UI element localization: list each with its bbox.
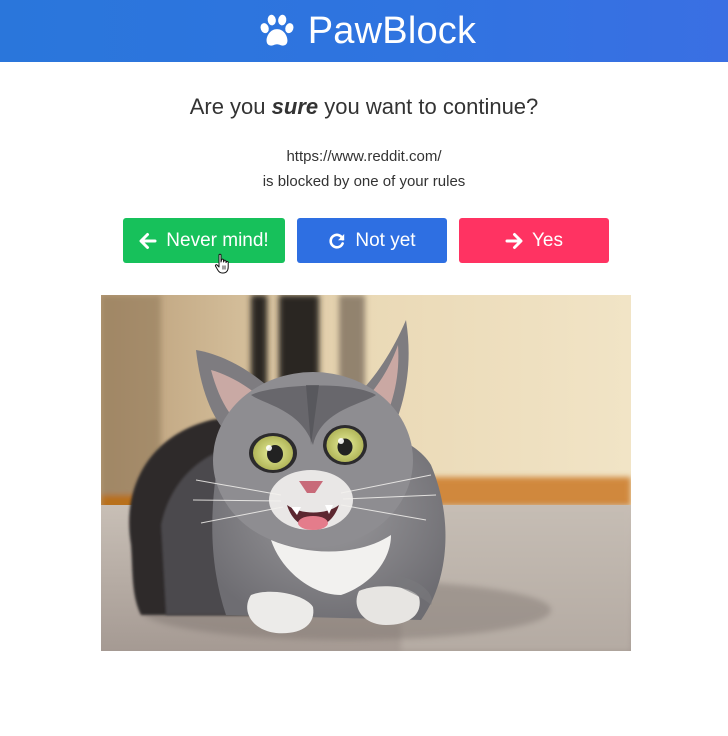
hand-cursor-icon: [214, 253, 229, 274]
confirmation-question: Are you sure you want to continue?: [0, 94, 728, 120]
yes-button[interactable]: Yes: [459, 218, 609, 263]
arrow-left-icon: [139, 232, 157, 249]
never-mind-button[interactable]: Never mind!: [123, 218, 285, 263]
rotate-icon: [329, 233, 345, 249]
question-emphasis: sure: [271, 94, 319, 119]
header-bar: PawBlock: [0, 0, 728, 62]
never-mind-label: Never mind!: [166, 229, 269, 251]
not-yet-label: Not yet: [355, 229, 416, 251]
blocked-url: https://www.reddit.com/: [286, 148, 442, 165]
cat-illustration: [101, 295, 631, 651]
cat-photo: [101, 295, 631, 651]
yes-label: Yes: [532, 229, 563, 251]
brand: PawBlock: [258, 12, 476, 50]
not-yet-button[interactable]: Not yet: [297, 218, 447, 263]
question-suffix: you want to continue?: [318, 94, 539, 119]
paw-icon: [260, 14, 294, 46]
blocked-message: is blocked by one of your rules: [262, 173, 466, 190]
arrow-right-icon: [505, 232, 523, 249]
brand-name: PawBlock: [307, 10, 477, 52]
question-prefix: Are you: [189, 94, 272, 119]
